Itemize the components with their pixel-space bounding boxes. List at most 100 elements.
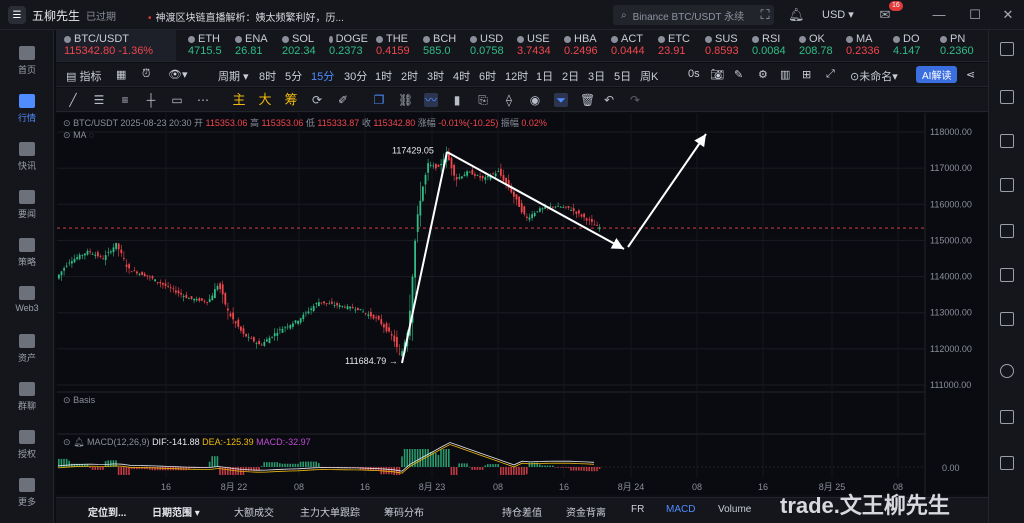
candle-body — [312, 306, 315, 312]
candle-body — [328, 303, 331, 305]
chart-symbol: BTC/USDT — [73, 118, 118, 128]
candle-body — [224, 292, 227, 305]
candle-body — [474, 174, 476, 176]
macd-bar — [437, 455, 440, 467]
candle-body — [292, 323, 294, 327]
candle-body — [487, 175, 489, 178]
candle-body — [115, 242, 117, 249]
macd-bar — [268, 462, 271, 467]
x-tick-label: 16 — [360, 482, 370, 492]
calendar-icon[interactable] — [1000, 410, 1014, 424]
macd-bar — [385, 467, 388, 475]
macd-bar — [94, 467, 96, 470]
macd-bar — [286, 463, 289, 467]
macd-bar — [156, 467, 159, 471]
date-range-select[interactable]: 日期范围 ▾ — [152, 504, 200, 519]
candle-body — [240, 326, 242, 331]
collapse-icon[interactable]: ⊙ — [63, 437, 71, 447]
y-tick-label: 115000.00 — [930, 235, 972, 245]
macd-bar — [242, 467, 245, 475]
document-icon[interactable] — [1000, 90, 1014, 104]
candle-body — [276, 332, 279, 336]
bottom-tab-4[interactable]: 资金背离 — [566, 504, 606, 519]
candle-body — [424, 174, 427, 185]
bottom-tab-2[interactable]: 筹码分布 — [384, 504, 424, 519]
macd-bar — [562, 467, 564, 468]
table-icon[interactable] — [1000, 224, 1014, 238]
bottom-tab-6[interactable]: MACD — [666, 504, 695, 515]
candle-body — [567, 206, 570, 208]
macd-indicator-label[interactable]: ⊙ 🔔︎ MACD(12,26,9) DIF:-141.88 DEA:-125.… — [63, 437, 311, 448]
bottom-tab-7[interactable]: Volume — [718, 504, 751, 515]
candle-body — [583, 213, 585, 218]
bottom-tab-5[interactable]: FR — [631, 504, 644, 515]
basis-indicator-label[interactable]: ⊙ Basis — [63, 395, 95, 406]
macd-bar — [598, 467, 601, 469]
macd-bar — [65, 458, 68, 467]
candle-body — [520, 203, 523, 213]
macd-bar — [453, 467, 455, 475]
macd-bar — [89, 467, 91, 468]
collapse-icon[interactable]: ⊙ — [63, 118, 71, 128]
candle-body — [372, 314, 375, 319]
high-annotation: 117429.05 — [392, 146, 434, 156]
candle-body — [175, 290, 177, 293]
collapse-icon[interactable]: ⊙ — [63, 395, 71, 405]
y-tick-label: 113000.00 — [930, 308, 972, 318]
macd-bar — [471, 467, 473, 470]
candle-body — [484, 177, 487, 180]
candle-body — [206, 301, 208, 303]
candle-body — [541, 208, 544, 210]
calc-icon[interactable] — [1000, 456, 1014, 470]
layout-icon[interactable] — [1000, 42, 1014, 56]
macd-bar — [596, 467, 598, 472]
macd-bar — [513, 467, 515, 475]
candle-body — [559, 206, 562, 208]
candle-body — [125, 264, 128, 267]
candle-body — [453, 164, 455, 176]
collapse-icon[interactable]: ⊙ — [63, 130, 71, 140]
refresh-icon[interactable] — [1000, 364, 1014, 378]
bell-icon[interactable]: 🔔︎ — [73, 437, 84, 447]
candle-body — [232, 312, 234, 320]
candle-body — [97, 252, 99, 257]
candle-body — [385, 323, 388, 332]
candle-body — [596, 225, 598, 226]
candle-body — [357, 307, 359, 310]
hide-icon: ◌ — [88, 130, 94, 140]
macd-bar — [474, 467, 476, 470]
macd-bar — [500, 467, 502, 475]
x-tick-label: 08 — [493, 482, 503, 492]
candle-body — [468, 171, 471, 173]
bottom-tab-1[interactable]: 主力大单跟踪 — [300, 504, 360, 519]
candle-body — [539, 208, 541, 212]
candle-body — [247, 336, 250, 338]
macd-bar — [422, 449, 424, 467]
locate-button[interactable]: 定位到... — [88, 504, 126, 519]
macd-bar — [552, 465, 554, 467]
panel-icon[interactable] — [1000, 268, 1014, 282]
candle-body — [120, 249, 123, 254]
macd-bar — [117, 467, 120, 475]
candle-body — [419, 200, 422, 216]
trend-icon[interactable] — [1000, 178, 1014, 192]
candle-body — [323, 301, 325, 304]
macd-bar — [533, 462, 536, 467]
macd-bar — [502, 467, 505, 475]
candle-body — [318, 302, 320, 307]
candle-body — [297, 320, 299, 324]
bottom-tab-0[interactable]: 大额成交 — [234, 504, 274, 519]
list-icon[interactable] — [1000, 134, 1014, 148]
bottom-tab-3[interactable]: 持仓差值 — [502, 504, 542, 519]
macd-bar — [455, 467, 458, 475]
candle-body — [169, 287, 172, 289]
macd-bar — [510, 467, 512, 475]
order-icon[interactable] — [1000, 312, 1014, 326]
ma-indicator-label[interactable]: ⊙ MA ◌ — [63, 130, 94, 141]
candle-body — [320, 302, 323, 304]
candle-body — [68, 262, 71, 264]
macd-bar — [299, 461, 302, 467]
candle-body — [505, 177, 507, 184]
candle-body — [107, 251, 110, 253]
candle-body — [86, 250, 89, 255]
